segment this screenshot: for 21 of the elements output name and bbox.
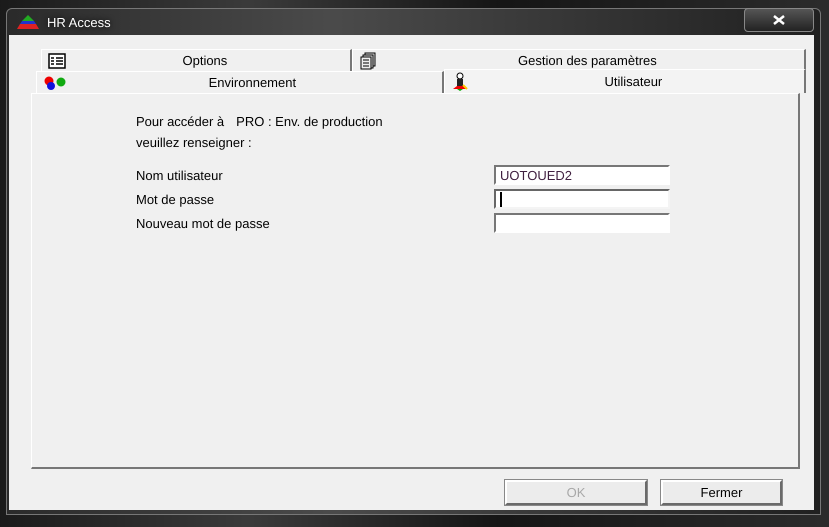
- prompt-text: veuillez renseigner :: [136, 135, 252, 150]
- input-field[interactable]: UOTOUED2: [494, 165, 670, 185]
- close-button[interactable]: [744, 8, 814, 32]
- field-label: Mot de passe: [136, 192, 216, 206]
- pages-icon: [358, 52, 377, 70]
- pyramid-icon: [17, 15, 39, 29]
- input-field[interactable]: [494, 213, 670, 233]
- window-title: HR Access: [47, 14, 111, 30]
- prompt-text: Pour accéder à: [136, 114, 224, 131]
- field-label: Nom utilisateur: [136, 168, 224, 182]
- tab[interactable]: Gestion des paramètres: [352, 49, 806, 71]
- field-label: Nouveau mot de passe: [136, 216, 271, 230]
- tab[interactable]: Utilisateur: [444, 69, 806, 93]
- tab[interactable]: Options: [41, 49, 352, 71]
- close-button[interactable]: Fermer: [661, 480, 782, 505]
- list-icon: [48, 52, 66, 68]
- input-field[interactable]: [494, 189, 670, 209]
- close-icon: [773, 15, 785, 25]
- user-icon: [450, 72, 469, 92]
- environment-name: PRO : Env. de production: [236, 114, 383, 131]
- tab[interactable]: Environnement: [36, 71, 444, 93]
